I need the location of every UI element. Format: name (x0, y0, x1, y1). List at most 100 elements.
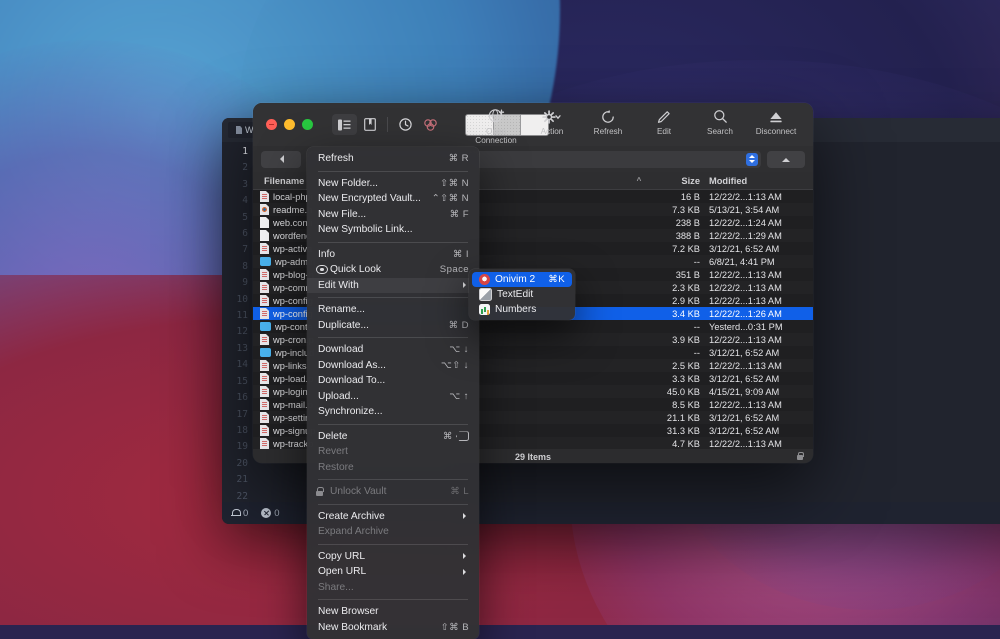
menu-item[interactable]: New Bookmark ⇧⌘ B (307, 620, 479, 636)
errors-indicator[interactable]: 0 (261, 508, 280, 519)
menu-item[interactable]: Quick Look Space (307, 262, 479, 278)
php-file-icon (260, 308, 269, 319)
file-icon (236, 126, 242, 134)
menu-item[interactable]: New Encrypted Vault... ⌃⇧⌘ N (307, 191, 479, 207)
search-icon (692, 107, 748, 126)
action-button[interactable]: Action (524, 107, 580, 145)
file-name-label: wp-links- (273, 360, 310, 371)
toolbar-action-group[interactable]: Open Connection Action Refresh Edit Sear… (468, 107, 804, 145)
path-stepper-icon[interactable] (746, 152, 758, 166)
menu-item-label: Info (318, 248, 335, 260)
edit-button[interactable]: Edit (636, 107, 692, 145)
toolbar-divider (387, 117, 388, 132)
menu-item-shortcut: Space (439, 264, 469, 276)
menu-item-shortcut: ⌘ F (449, 208, 469, 220)
file-modified-cell: 6/8/21, 4:41 PM (709, 256, 775, 267)
warnings-indicator[interactable]: 0 (231, 508, 248, 519)
line-ending-indicator[interactable]: LF (990, 508, 1000, 519)
menu-item[interactable]: Rename... (307, 302, 479, 318)
file-size-cell: 4.7 KB (672, 438, 700, 449)
menu-item[interactable]: Edit With (307, 277, 479, 293)
menu-separator (318, 479, 468, 480)
edit-with-submenu[interactable]: Onivim 2 ⌘K TextEdit Numbers (469, 269, 575, 320)
close-button[interactable] (266, 119, 277, 130)
submenu-item[interactable]: Numbers (472, 302, 572, 317)
menu-item[interactable]: New Folder... ⇧⌘ N (307, 176, 479, 192)
menu-item[interactable]: Delete ⌘ (307, 429, 479, 445)
menu-item[interactable]: Copy URL (307, 549, 479, 565)
file-size-cell: 2.3 KB (672, 282, 700, 293)
file-modified-cell: 12/22/2...1:13 AM (709, 269, 782, 280)
file-modified-cell: Yesterd...0:31 PM (709, 321, 783, 332)
back-arrow-icon (276, 155, 284, 163)
file-browser-toolbar[interactable]: Open Connection Action Refresh Edit Sear… (253, 103, 813, 146)
menu-item[interactable]: Info ⌘ I (307, 247, 479, 263)
file-size-cell: 238 B (675, 217, 700, 228)
file-name-label: wordfenc (273, 230, 311, 241)
chevron-right-icon (463, 513, 469, 520)
menu-item[interactable]: Create Archive (307, 509, 479, 525)
toolbar-icon-group[interactable] (332, 114, 443, 135)
file-modified-cell: 4/15/21, 9:09 AM (709, 386, 780, 397)
file-size-cell: 45.0 KB (666, 386, 700, 397)
history-icon[interactable] (393, 114, 418, 135)
file-size-cell: -- (693, 347, 700, 358)
file-modified-cell: 3/12/21, 6:52 AM (709, 373, 780, 384)
open-connection-button[interactable]: Open Connection (468, 107, 524, 145)
php-file-icon (260, 360, 269, 371)
sidebar-toggle-icon[interactable] (332, 114, 357, 135)
column-header-modified[interactable]: Modified (700, 176, 813, 186)
bookmarks-icon[interactable] (357, 114, 382, 135)
transfers-icon[interactable] (418, 114, 443, 135)
submenu-item[interactable]: Onivim 2 ⌘K (472, 272, 572, 287)
line-number: 7 (242, 244, 248, 256)
menu-separator (318, 503, 468, 505)
menu-item-label: New Folder... (318, 177, 379, 189)
menu-item[interactable]: New Symbolic Link... (307, 222, 479, 238)
lock-icon (316, 487, 328, 497)
menu-item[interactable]: Open URL (307, 564, 479, 580)
search-button[interactable]: Search (692, 107, 748, 145)
refresh-button[interactable]: Refresh (580, 107, 636, 145)
php-file-icon (260, 412, 269, 423)
menu-item[interactable]: Download As... ⌥⇧ ↓ (307, 358, 479, 374)
file-size-cell: -- (693, 321, 700, 332)
menu-item-shortcut: ⌘ I (452, 248, 469, 260)
menu-item-shortcut: ⌘ (443, 431, 469, 442)
menu-item-label: New Browser (318, 606, 379, 618)
context-menu[interactable]: Refresh ⌘ R New Folder... ⇧⌘ N New Encrypted… (307, 147, 479, 639)
file-modified-cell: 3/12/21, 6:52 AM (709, 243, 780, 254)
column-header-size[interactable]: Size (646, 176, 700, 186)
window-traffic-lights[interactable] (253, 119, 313, 130)
back-button[interactable] (261, 150, 301, 168)
submenu-item[interactable]: TextEdit (472, 287, 572, 302)
menu-item[interactable]: Download ⌥ ↓ (307, 342, 479, 358)
menu-item: Revert (307, 444, 479, 460)
menu-item: Unlock Vault ⌘ L (307, 484, 479, 500)
disconnect-button[interactable]: Disconnect (748, 107, 804, 145)
menu-item[interactable]: Refresh ⌘ R (307, 151, 479, 167)
chevron-right-icon (463, 568, 469, 575)
refresh-label: Refresh (593, 127, 623, 136)
menu-item[interactable]: New File... ⌘ F (307, 207, 479, 223)
item-count-label: 29 Items (514, 451, 552, 462)
line-number: 14 (236, 359, 248, 371)
menu-item[interactable]: Download To... (307, 373, 479, 389)
menu-item-label: Download (318, 344, 364, 356)
menu-item[interactable]: Duplicate... ⌘ D (307, 318, 479, 334)
menu-item-label: Open URL (318, 566, 367, 578)
parent-directory-button[interactable] (767, 150, 805, 168)
menu-item[interactable]: Upload... ⌥ ↑ (307, 389, 479, 405)
line-number: 12 (236, 326, 248, 338)
php-file-icon (260, 191, 269, 202)
wp-file-icon (260, 204, 269, 215)
menu-item[interactable]: New Browser (307, 604, 479, 620)
minimize-button[interactable] (284, 119, 295, 130)
menu-separator (318, 170, 468, 172)
php-file-icon (260, 373, 269, 384)
php-file-icon (260, 425, 269, 436)
line-number: 20 (236, 457, 248, 469)
file-modified-cell: 12/22/2...1:13 AM (709, 295, 782, 306)
menu-item[interactable]: Synchronize... (307, 404, 479, 420)
zoom-button[interactable] (302, 119, 313, 130)
